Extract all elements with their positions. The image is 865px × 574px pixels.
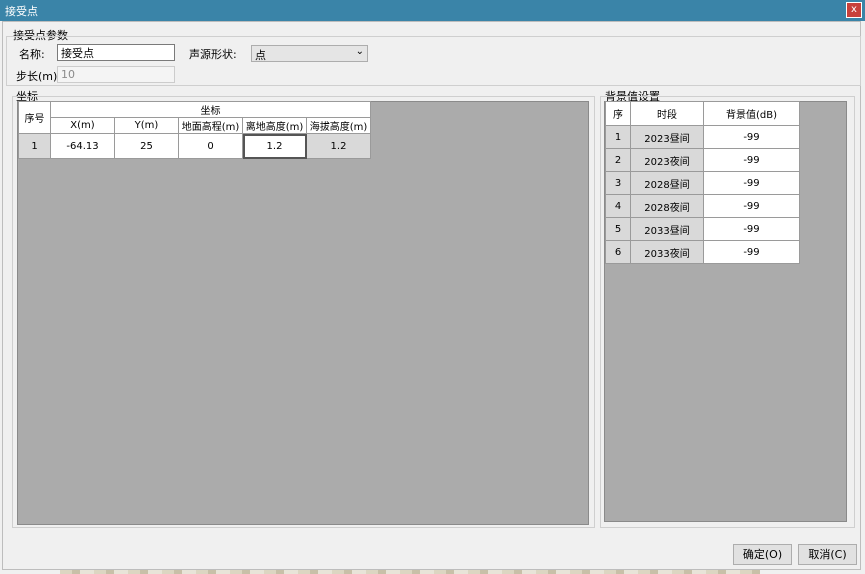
coords-cell-height[interactable]: 1.2 [242, 133, 307, 159]
name-label: 名称: [19, 48, 45, 61]
background-window-strip [60, 570, 760, 574]
coords-header-group: 坐标 [50, 101, 371, 118]
background-row-value[interactable]: -99 [703, 125, 800, 149]
background-row-period: 2028昼间 [630, 171, 704, 195]
shape-label: 声源形状: [189, 48, 237, 61]
background-row-index[interactable]: 3 [605, 171, 631, 195]
coords-col-y: Y(m) [114, 117, 179, 134]
background-table: 序 时段 背景值(dB) 1 2023昼间 -99 2 2023夜间 -99 3… [605, 101, 800, 264]
background-row-value[interactable]: -99 [703, 194, 800, 218]
chevron-down-icon: ⌄ [355, 46, 364, 57]
table-row: 4 2028夜间 -99 [605, 194, 800, 218]
table-row: 6 2033夜间 -99 [605, 240, 800, 264]
background-row-period: 2023昼间 [630, 125, 704, 149]
background-row-index[interactable]: 2 [605, 148, 631, 172]
coords-cell-x[interactable]: -64.13 [50, 133, 115, 159]
coords-header-index: 序号 [18, 101, 51, 134]
background-row-index[interactable]: 4 [605, 194, 631, 218]
background-header-value: 背景值(dB) [703, 101, 800, 126]
coords-row-index[interactable]: 1 [18, 133, 51, 159]
background-row-value[interactable]: -99 [703, 148, 800, 172]
coords-cell-y[interactable]: 25 [114, 133, 179, 159]
background-row-period: 2028夜间 [630, 194, 704, 218]
table-row: 1 2023昼间 -99 [605, 125, 800, 149]
background-header-index: 序 [605, 101, 631, 126]
background-row-index[interactable]: 1 [605, 125, 631, 149]
background-row-value[interactable]: -99 [703, 171, 800, 195]
background-row-period: 2023夜间 [630, 148, 704, 172]
table-row: 5 2033昼间 -99 [605, 217, 800, 241]
background-row-index[interactable]: 6 [605, 240, 631, 264]
background-row-value[interactable]: -99 [703, 217, 800, 241]
name-input[interactable] [57, 44, 175, 61]
cancel-button[interactable]: 取消(C) [798, 544, 857, 565]
ok-button[interactable]: 确定(O) [733, 544, 792, 565]
coords-col-altitude: 海拔高度(m) [306, 117, 371, 134]
coords-table: 序号 坐标 X(m) Y(m) 地面高程(m) 离地高度(m) 海拔高度(m) … [18, 101, 371, 159]
background-row-index[interactable]: 5 [605, 217, 631, 241]
coords-cell-altitude: 1.2 [306, 133, 371, 159]
shape-select-value: 点 [255, 49, 266, 62]
shape-select[interactable]: 点 ⌄ [251, 45, 368, 62]
table-row: 3 2028昼间 -99 [605, 171, 800, 195]
background-row-value[interactable]: -99 [703, 240, 800, 264]
coords-col-x: X(m) [50, 117, 115, 134]
background-header-period: 时段 [630, 101, 704, 126]
window-title: 接受点 [5, 5, 38, 18]
step-label: 步长(m): [16, 70, 62, 83]
table-row: 1 -64.13 25 0 1.2 1.2 [18, 133, 371, 159]
background-row-period: 2033昼间 [630, 217, 704, 241]
table-row: 2 2023夜间 -99 [605, 148, 800, 172]
coords-cell-ground[interactable]: 0 [178, 133, 243, 159]
coords-grid[interactable] [17, 101, 589, 525]
background-row-period: 2033夜间 [630, 240, 704, 264]
coords-col-ground: 地面高程(m) [178, 117, 243, 134]
title-bar: 接受点 x [0, 0, 865, 21]
step-input [57, 66, 175, 83]
close-button[interactable]: x [846, 2, 862, 18]
coords-col-height: 离地高度(m) [242, 117, 307, 134]
